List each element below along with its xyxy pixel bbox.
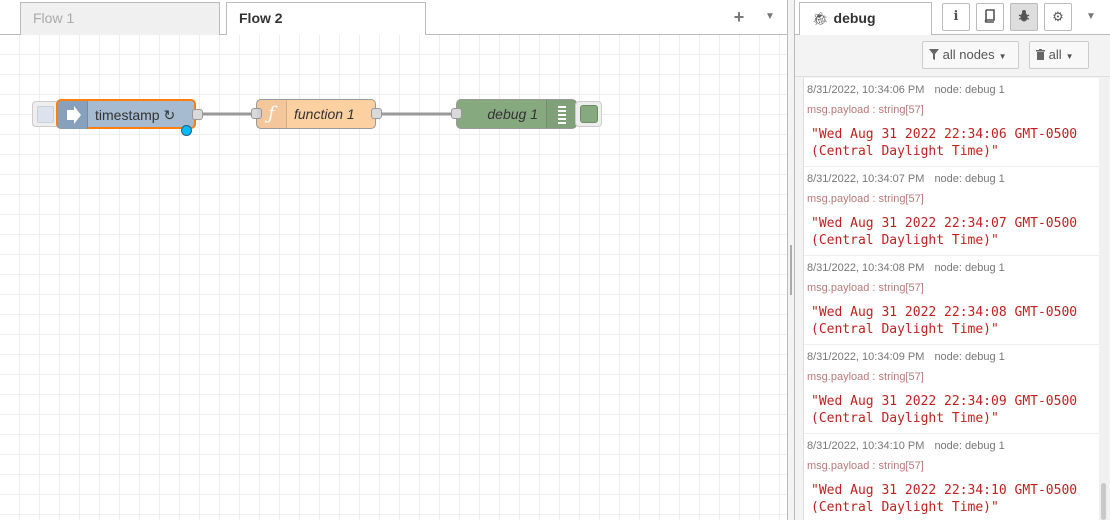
node-label: debug 1	[487, 106, 538, 122]
message-property: msg.payload : string[57]	[807, 193, 924, 205]
caret-down-icon: ▼	[765, 11, 775, 22]
scrollbar-thumb[interactable]	[1101, 483, 1106, 520]
message-timestamp: 8/31/2022, 10:34:08 PM	[807, 262, 925, 274]
clear-messages-button[interactable]: all ▼	[1029, 41, 1089, 69]
sidebar-tab-bar: 🐞︎ debug i ⚙ ▼	[795, 0, 1110, 36]
node-label: function 1	[294, 106, 355, 122]
output-port[interactable]	[371, 108, 382, 119]
message-node-link[interactable]: node: debug 1	[934, 351, 1004, 363]
trash-icon	[1036, 47, 1049, 62]
caret-down-icon: ▼	[1065, 52, 1074, 61]
debug-message: 8/31/2022, 10:34:10 PM node: debug 1 msg.…	[804, 434, 1102, 520]
plus-icon: +	[733, 7, 745, 27]
tab-debug[interactable]: 🐞︎ debug	[799, 2, 932, 36]
message-payload[interactable]: "Wed Aug 31 2022 22:34:06 GMT-0500 (Cent…	[811, 126, 1096, 160]
message-timestamp: 8/31/2022, 10:34:06 PM	[807, 84, 925, 96]
filter-icon	[929, 47, 943, 62]
message-payload[interactable]: "Wed Aug 31 2022 22:34:09 GMT-0500 (Cent…	[811, 393, 1096, 427]
tab-flow-2[interactable]: Flow 2	[226, 2, 426, 36]
message-meta: 8/31/2022, 10:34:08 PM node: debug 1	[807, 262, 1005, 274]
debug-tab-button[interactable]	[1010, 3, 1038, 31]
debug-message: 8/31/2022, 10:34:06 PM node: debug 1 msg.…	[804, 78, 1102, 167]
output-port[interactable]	[192, 109, 203, 120]
config-tab-button[interactable]: ⚙	[1044, 3, 1072, 31]
inject-trigger-square	[37, 106, 54, 123]
debug-message: 8/31/2022, 10:34:09 PM node: debug 1 msg.…	[804, 345, 1102, 434]
node-label: timestamp ↻	[95, 107, 176, 123]
list-icon	[546, 100, 576, 128]
message-node-link[interactable]: node: debug 1	[934, 440, 1004, 452]
message-payload[interactable]: "Wed Aug 31 2022 22:34:08 GMT-0500 (Cent…	[811, 304, 1096, 338]
debug-message-list[interactable]: 8/31/2022, 10:34:06 PM node: debug 1 msg.…	[803, 78, 1102, 520]
caret-down-icon: ▼	[998, 52, 1007, 61]
message-property: msg.payload : string[57]	[807, 104, 924, 116]
help-tab-button[interactable]	[976, 3, 1004, 31]
message-property: msg.payload : string[57]	[807, 460, 924, 472]
message-meta: 8/31/2022, 10:34:10 PM node: debug 1	[807, 440, 1005, 452]
message-meta: 8/31/2022, 10:34:06 PM node: debug 1	[807, 84, 1005, 96]
debug-output-toggle[interactable]	[575, 101, 602, 127]
clear-label: all	[1048, 47, 1062, 62]
info-icon: i	[953, 9, 959, 24]
message-payload[interactable]: "Wed Aug 31 2022 22:34:07 GMT-0500 (Cent…	[811, 215, 1096, 249]
message-meta: 8/31/2022, 10:34:09 PM node: debug 1	[807, 351, 1005, 363]
debug-message: 8/31/2022, 10:34:07 PM node: debug 1 msg.…	[804, 167, 1102, 256]
gear-icon: ⚙	[1052, 9, 1064, 24]
node-function[interactable]: ƒ function 1	[251, 99, 382, 129]
node-timestamp[interactable]: timestamp ↻	[56, 99, 203, 129]
sidebar-menu-button[interactable]: ▼	[1078, 4, 1104, 30]
message-property: msg.payload : string[57]	[807, 282, 924, 294]
flow-list-menu-button[interactable]: ▼	[757, 4, 783, 30]
filter-nodes-button[interactable]: all nodes ▼	[922, 41, 1019, 69]
flow-canvas[interactable]: timestamp ↻ ƒ function 1 debug 1	[0, 35, 787, 520]
arrow-in-icon	[58, 101, 88, 129]
debug-toolbar: all nodes ▼ all ▼	[795, 35, 1110, 77]
caret-down-icon: ▼	[1086, 11, 1096, 22]
tab-label: debug	[833, 10, 876, 26]
workspace: Flow 1 Flow 2 + ▼ timestamp ↻ ƒ function…	[0, 0, 787, 520]
bug-icon: 🐞︎	[812, 11, 829, 26]
flow-tab-bar: Flow 1 Flow 2 + ▼	[0, 0, 787, 36]
tab-flow-1[interactable]: Flow 1	[20, 2, 220, 35]
message-list-scrollbar[interactable]	[1099, 78, 1108, 520]
sidebar-resize-handle[interactable]	[787, 0, 795, 520]
book-icon	[984, 9, 996, 24]
message-timestamp: 8/31/2022, 10:34:09 PM	[807, 351, 925, 363]
message-payload[interactable]: "Wed Aug 31 2022 22:34:10 GMT-0500 (Cent…	[811, 482, 1096, 516]
message-timestamp: 8/31/2022, 10:34:10 PM	[807, 440, 925, 452]
debug-message: 8/31/2022, 10:34:08 PM node: debug 1 msg.…	[804, 256, 1102, 345]
function-icon: ƒ	[257, 100, 287, 128]
node-debug[interactable]: debug 1	[451, 99, 577, 129]
filter-label: all nodes	[942, 47, 995, 62]
grip	[790, 245, 792, 295]
debug-toggle-square	[580, 105, 598, 123]
bug-icon	[1018, 9, 1030, 24]
message-node-link[interactable]: node: debug 1	[934, 173, 1004, 185]
add-flow-button[interactable]: +	[726, 4, 752, 30]
message-property: msg.payload : string[57]	[807, 371, 924, 383]
message-meta: 8/31/2022, 10:34:07 PM node: debug 1	[807, 173, 1005, 185]
changed-indicator	[181, 125, 192, 136]
message-node-link[interactable]: node: debug 1	[934, 84, 1004, 96]
message-node-link[interactable]: node: debug 1	[934, 262, 1004, 274]
info-tab-button[interactable]: i	[942, 3, 970, 31]
message-timestamp: 8/31/2022, 10:34:07 PM	[807, 173, 925, 185]
input-port[interactable]	[451, 108, 462, 119]
